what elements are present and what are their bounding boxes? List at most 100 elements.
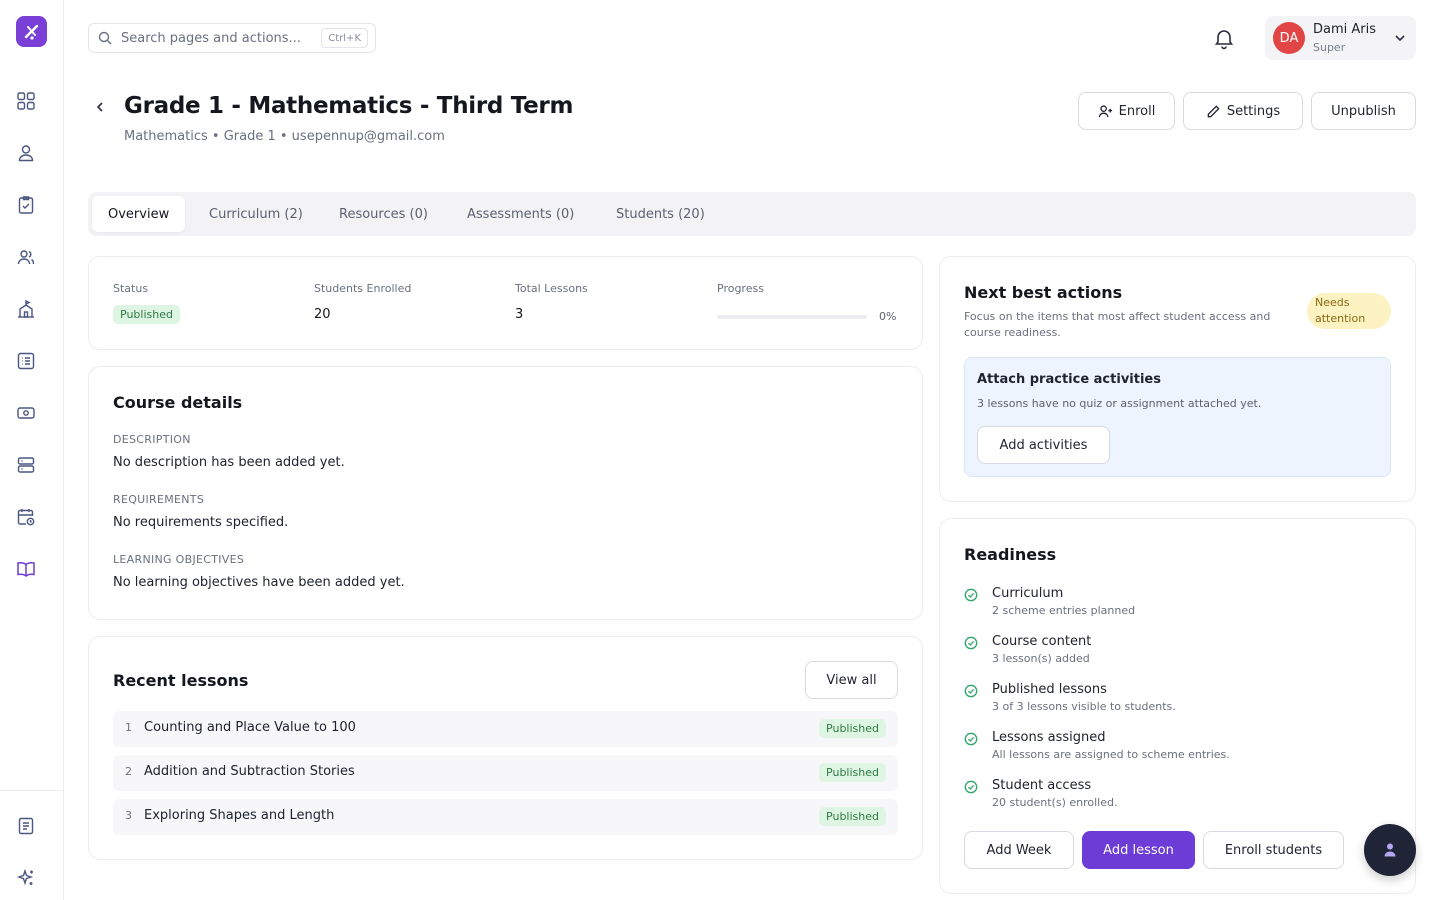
enroll-students-button[interactable]: Enroll students xyxy=(1203,831,1344,869)
add-week-button[interactable]: Add Week xyxy=(964,831,1074,869)
sidebar-item-tasks[interactable] xyxy=(15,194,37,216)
sidebar-item-calendar[interactable] xyxy=(15,506,37,528)
next-actions-subtitle: Focus on the items that most affect stud… xyxy=(964,310,1271,339)
add-lesson-button[interactable]: Add lesson xyxy=(1082,831,1195,869)
check-circle-icon xyxy=(964,588,978,602)
user-plus-icon xyxy=(1098,104,1112,117)
users-icon xyxy=(17,250,35,265)
tab-resources[interactable]: Resources (0) xyxy=(339,196,428,232)
check-circle-icon xyxy=(964,636,978,650)
lesson-row[interactable]: 2 Addition and Subtraction Stories Publi… xyxy=(113,755,898,791)
unpublish-label: Unpublish xyxy=(1331,103,1396,119)
enroll-students-label: Enroll students xyxy=(1224,842,1323,858)
readiness-item: Curriculum 2 scheme entries planned xyxy=(964,586,1384,626)
description-label: DESCRIPTION xyxy=(113,433,191,446)
unpublish-button[interactable]: Unpublish xyxy=(1311,92,1416,130)
view-all-button[interactable]: View all xyxy=(805,661,898,699)
add-week-label: Add Week xyxy=(986,842,1052,858)
sidebar-item-school[interactable] xyxy=(15,298,37,320)
description-text: No description has been added yet. xyxy=(113,455,345,470)
lesson-status-badge: Published xyxy=(819,807,886,826)
calendar-clock-icon xyxy=(17,509,35,526)
readiness-item-title: Published lessons xyxy=(992,682,1107,697)
status-label: Status xyxy=(113,282,149,295)
tab-assessments[interactable]: Assessments (0) xyxy=(467,196,574,232)
readiness-item-subtitle: 20 student(s) enrolled. xyxy=(992,796,1118,809)
add-activities-label: Add activities xyxy=(999,437,1088,453)
status-value: Published xyxy=(113,305,180,324)
keyboard-shortcut: Ctrl+K xyxy=(321,28,368,48)
page-subtitle: Mathematics • Grade 1 • usepennup@gmail.… xyxy=(124,129,445,144)
notifications-button[interactable] xyxy=(1212,26,1236,50)
list-icon xyxy=(17,352,35,370)
search-input[interactable]: Search pages and actions... Ctrl+K xyxy=(88,23,376,53)
stats-card: Status Published Students Enrolled 20 To… xyxy=(88,256,923,350)
progress-value: 0% xyxy=(879,310,897,323)
check-circle-icon xyxy=(964,732,978,746)
tab-curriculum[interactable]: Curriculum (2) xyxy=(209,196,303,232)
readiness-item-subtitle: 3 lesson(s) added xyxy=(992,652,1090,665)
readiness-item-title: Student access xyxy=(992,778,1092,793)
check-circle-icon xyxy=(964,780,978,794)
tab-students[interactable]: Students (20) xyxy=(616,196,705,232)
requirements-label: REQUIREMENTS xyxy=(113,493,205,506)
lesson-row[interactable]: 3 Exploring Shapes and Length Published xyxy=(113,799,898,835)
server-icon xyxy=(17,457,35,473)
total-lessons-value: 3 xyxy=(515,307,524,322)
readiness-item: Course content 3 lesson(s) added xyxy=(964,634,1384,674)
sidebar-item-courses[interactable] xyxy=(15,558,37,580)
objectives-label: LEARNING OBJECTIVES xyxy=(113,553,245,566)
sidebar xyxy=(0,0,64,900)
readiness-item-subtitle: 3 of 3 lessons visible to students. xyxy=(992,700,1176,713)
sidebar-item-server[interactable] xyxy=(15,454,37,476)
tab-overview[interactable]: Overview xyxy=(92,196,186,232)
school-icon xyxy=(18,299,34,318)
sidebar-item-dashboard[interactable] xyxy=(15,90,37,112)
user-icon xyxy=(18,145,34,162)
assistant-button[interactable] xyxy=(1364,824,1416,876)
sidebar-item-user[interactable] xyxy=(15,142,37,164)
readiness-item-subtitle: All lessons are assigned to scheme entri… xyxy=(992,748,1230,761)
view-all-label: View all xyxy=(826,672,877,688)
logo-icon xyxy=(24,24,38,40)
sidebar-item-ai[interactable] xyxy=(15,867,37,889)
enroll-button[interactable]: Enroll xyxy=(1078,92,1175,130)
clipboard-check-icon xyxy=(18,196,34,214)
topbar: Search pages and actions... Ctrl+K DA Da… xyxy=(64,0,1440,76)
enroll-label: Enroll xyxy=(1118,103,1156,119)
cash-icon xyxy=(17,407,35,419)
settings-button[interactable]: Settings xyxy=(1183,92,1303,130)
user-role: Super xyxy=(1313,41,1346,54)
add-lesson-label: Add lesson xyxy=(1103,842,1174,858)
lesson-status-badge: Published xyxy=(819,763,886,782)
back-button[interactable] xyxy=(92,99,108,115)
sidebar-item-documents[interactable] xyxy=(15,815,37,837)
status-badge: Published xyxy=(113,305,180,324)
avatar: DA xyxy=(1273,22,1305,54)
sidebar-item-users[interactable] xyxy=(15,246,37,268)
app-logo[interactable] xyxy=(16,16,47,47)
recent-lessons-card: Recent lessons View all 1 Counting and P… xyxy=(88,636,923,860)
user-menu[interactable]: DA Dami Aris Super xyxy=(1265,16,1416,60)
add-activities-button[interactable]: Add activities xyxy=(977,426,1110,464)
progress-bar xyxy=(717,315,867,319)
objectives-text: No learning objectives have been added y… xyxy=(113,575,405,590)
lesson-title: Exploring Shapes and Length xyxy=(144,808,335,823)
students-enrolled-value: 20 xyxy=(314,307,331,322)
readiness-item-title: Curriculum xyxy=(992,586,1064,601)
recent-lessons-title: Recent lessons xyxy=(113,671,249,690)
course-details-card: Course details DESCRIPTION No descriptio… xyxy=(88,366,923,620)
check-circle-icon xyxy=(964,684,978,698)
lesson-row[interactable]: 1 Counting and Place Value to 100 Publis… xyxy=(113,711,898,747)
sidebar-item-list[interactable] xyxy=(15,350,37,372)
students-enrolled-label: Students Enrolled xyxy=(314,282,412,295)
action-title: Attach practice activities xyxy=(977,372,1161,387)
total-lessons-label: Total Lessons xyxy=(515,282,588,295)
lesson-title: Addition and Subtraction Stories xyxy=(144,764,355,779)
user-name: Dami Aris xyxy=(1313,22,1377,37)
lesson-number: 2 xyxy=(125,765,132,778)
sidebar-divider xyxy=(0,790,63,791)
sidebar-item-finance[interactable] xyxy=(15,402,37,424)
action-description: 3 lessons have no quiz or assignment att… xyxy=(977,397,1262,410)
readiness-item-title: Lessons assigned xyxy=(992,730,1106,745)
